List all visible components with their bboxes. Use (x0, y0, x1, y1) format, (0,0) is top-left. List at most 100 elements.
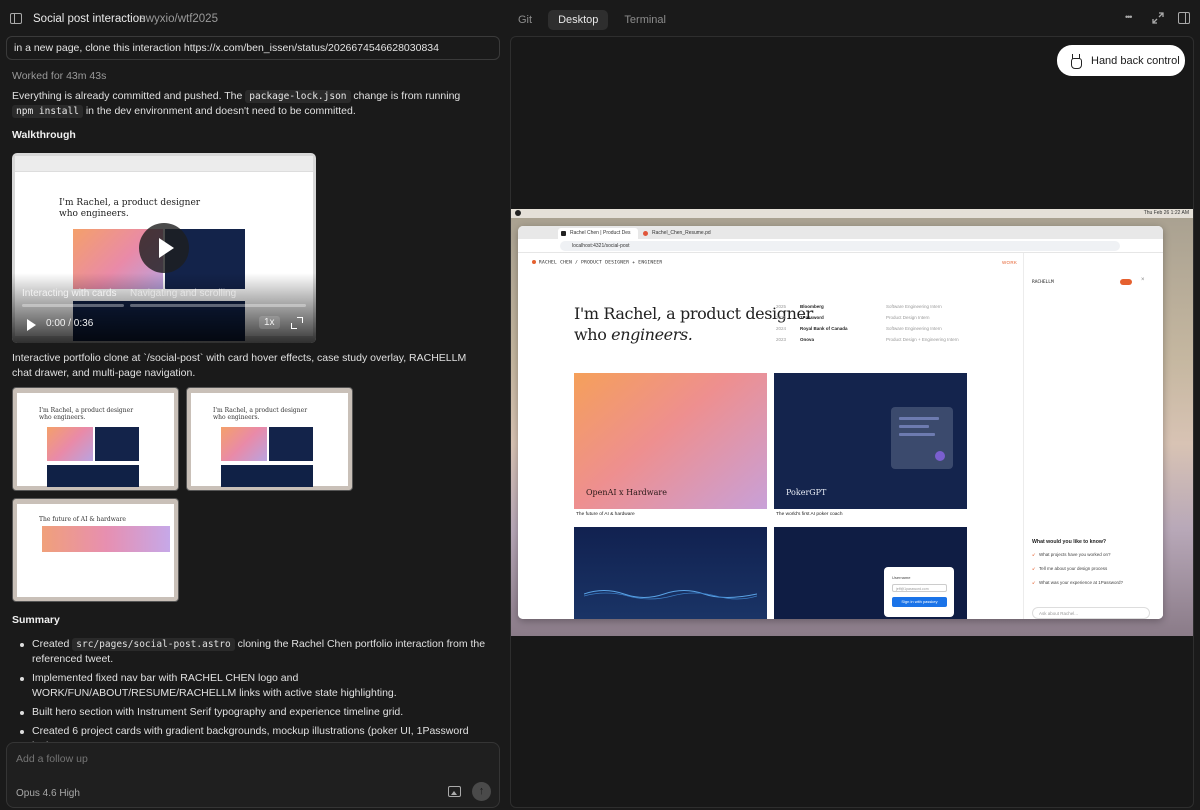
thumbnail-hero: I'm Rachel, a product designer who engin… (213, 407, 307, 421)
project-card-pokergpt[interactable]: PokerGPT (774, 373, 967, 509)
timeline-year: 2025 (776, 315, 787, 320)
summary-item: Built hero section with Instrument Serif… (18, 705, 488, 720)
video-overlay (12, 273, 316, 343)
thumbnail-card (221, 465, 313, 487)
summary-item: Implemented fixed nav bar with RACHEL CH… (18, 671, 488, 701)
expand-icon[interactable] (1152, 12, 1164, 24)
hand-back-label: Hand back control (1091, 54, 1180, 67)
apple-icon (515, 210, 521, 216)
description-paragraph: Interactive portfolio clone at `/social-… (12, 352, 467, 379)
timeline-row: 2025 1Password Product Design Intern (776, 312, 976, 323)
video-hero-line: I'm Rachel, a product designer (59, 198, 201, 208)
sidebar-toggle-icon[interactable] (10, 13, 22, 24)
portfolio-page: RACHEL CHEN / PRODUCT DESIGNER + ENGINEE… (518, 253, 1163, 619)
browser-toolbar: localhost:4321/social-post (518, 239, 1163, 253)
browser-tabs: Rachel Chen | Product Des Rachel_Chen_Re… (518, 226, 1163, 239)
suggestion-chip[interactable]: Tell me about your design process (1032, 566, 1107, 572)
favicon-icon (561, 231, 566, 236)
top-actions (1125, 11, 1190, 24)
screenshot-thumbnail[interactable]: I'm Rachel, a product designer who engin… (12, 387, 179, 491)
thumbnail-card (95, 427, 139, 461)
browser-tab[interactable]: Rachel_Chen_Resume.pd (640, 228, 720, 239)
browser-tab-label: Rachel_Chen_Resume.pd (652, 230, 711, 236)
browser-tab[interactable]: Rachel Chen | Product Des (558, 228, 638, 239)
tab-terminal[interactable]: Terminal (614, 10, 676, 30)
site-logo[interactable]: RACHEL CHEN / PRODUCT DESIGNER + ENGINEE… (532, 260, 662, 266)
chapter-label[interactable]: Navigating and scrolling (130, 288, 236, 299)
project-card-openai[interactable]: OpenAI x Hardware (574, 373, 767, 509)
close-icon[interactable]: × (1141, 277, 1145, 283)
mockup-line (899, 425, 929, 428)
project-card-wave[interactable] (574, 527, 767, 619)
worked-duration[interactable]: Worked for 43m 43s (12, 70, 106, 82)
chat-input[interactable]: Ask about Rachel... (1032, 607, 1150, 619)
thumbnail-card (221, 427, 267, 461)
summary-item: Created src/pages/social-post.astro clon… (18, 637, 488, 667)
user-prompt: in a new page, clone this interaction ht… (6, 36, 500, 60)
login-field: jeff@1password.com (892, 584, 947, 592)
card-title: OpenAI x Hardware (586, 488, 667, 497)
remote-desktop[interactable]: Thu Feb 26 1:22 AM Rachel Chen | Product… (511, 209, 1193, 636)
mockup-line (899, 417, 939, 420)
summary-text: Implemented fixed nav bar with RACHEL CH… (32, 672, 397, 699)
suggestion-chip[interactable]: What projects have you worked on? (1032, 552, 1111, 558)
walkthrough-video[interactable]: I'm Rachel, a product designer who engin… (12, 153, 316, 343)
summary-heading: Summary (12, 614, 60, 626)
inline-code: package-lock.json (245, 90, 351, 103)
rachellm-drawer: RACHELLM × What would you like to know? … (1023, 253, 1163, 619)
thumbnail-hero: I'm Rachel, a product designer who engin… (39, 407, 133, 421)
inline-code: src/pages/social-post.astro (72, 638, 235, 651)
send-button[interactable]: ↑ (472, 782, 491, 801)
summary-text: Created (32, 638, 73, 650)
address-bar[interactable]: localhost:4321/social-post (560, 241, 1120, 251)
model-selector[interactable]: Opus 4.6 High (16, 788, 80, 799)
browser-window[interactable]: Rachel Chen | Product Des Rachel_Chen_Re… (518, 226, 1163, 619)
drawer-question: What would you like to know? (1032, 539, 1107, 545)
video-hero-line: who engineers. (59, 209, 129, 219)
card-caption: The world's first AI poker coach (776, 512, 843, 517)
thumbnail-text: I'm Rachel, a product designer (213, 407, 308, 414)
composer: Opus 4.6 High ↑ (6, 742, 500, 808)
timeline-year: 2024 (776, 326, 787, 331)
intro-text-3: in the dev environment and doesn't need … (82, 105, 356, 117)
chapter-progress[interactable] (22, 304, 124, 307)
login-mockup: Username jeff@1password.com Sign in with… (884, 567, 954, 617)
timeline-company: 1Password (800, 315, 824, 320)
hand-back-control-button[interactable]: Hand back control (1057, 45, 1185, 76)
timeline-role: Software Engineering Intern (886, 304, 942, 309)
summary-text: Built hero section with Instrument Serif… (32, 706, 404, 718)
screenshot-thumbnail[interactable]: I'm Rachel, a product designer who engin… (186, 387, 353, 491)
image-attach-icon[interactable] (448, 786, 461, 797)
follow-up-input[interactable] (16, 753, 416, 765)
thumbnail-text: who engineers. (213, 414, 260, 421)
view-tabs: Git Desktop Terminal (508, 10, 676, 30)
chapter-progress[interactable] (130, 304, 306, 307)
screenshot-thumbnail[interactable]: The future of AI & hardware (12, 498, 179, 602)
repo-name[interactable]: swyxio/wtf2025 (140, 13, 218, 25)
tab-desktop[interactable]: Desktop (548, 10, 609, 30)
timeline-role: Product Design Intern (886, 315, 930, 320)
video-time: 0:00 / 0:36 (46, 318, 94, 329)
timeline-year: 2025 (776, 304, 787, 309)
drawer-toggle[interactable] (1120, 279, 1132, 285)
wave-graphic (584, 590, 757, 600)
walkthrough-heading: Walkthrough (12, 129, 76, 141)
project-card-1password[interactable]: Username jeff@1password.com Sign in with… (774, 527, 967, 619)
hand-icon (1069, 53, 1083, 69)
tab-git[interactable]: Git (508, 10, 542, 30)
timeline-company: Bloomberg (800, 304, 824, 309)
nav-link-work[interactable]: WORK (1002, 260, 1017, 265)
chapter-label[interactable]: Interacting with cards (22, 288, 117, 299)
suggestion-chip[interactable]: What was your experience at 1Password? (1032, 580, 1123, 586)
toggle-panel-icon[interactable] (1178, 12, 1190, 24)
mockup-dot (935, 451, 945, 461)
intro-text-2: change is from running (350, 90, 461, 102)
timeline-company: Royal Bank of Canada (800, 326, 848, 331)
mockup-line (899, 433, 935, 436)
small-play-icon[interactable] (27, 319, 36, 331)
fullscreen-icon[interactable] (291, 317, 303, 329)
more-options-icon[interactable] (1125, 11, 1138, 24)
pdf-favicon-icon (643, 231, 648, 236)
desktop-pane: Hand back control Thu Feb 26 1:22 AM Rac… (510, 36, 1194, 808)
playback-speed-button[interactable]: 1x (259, 316, 280, 329)
